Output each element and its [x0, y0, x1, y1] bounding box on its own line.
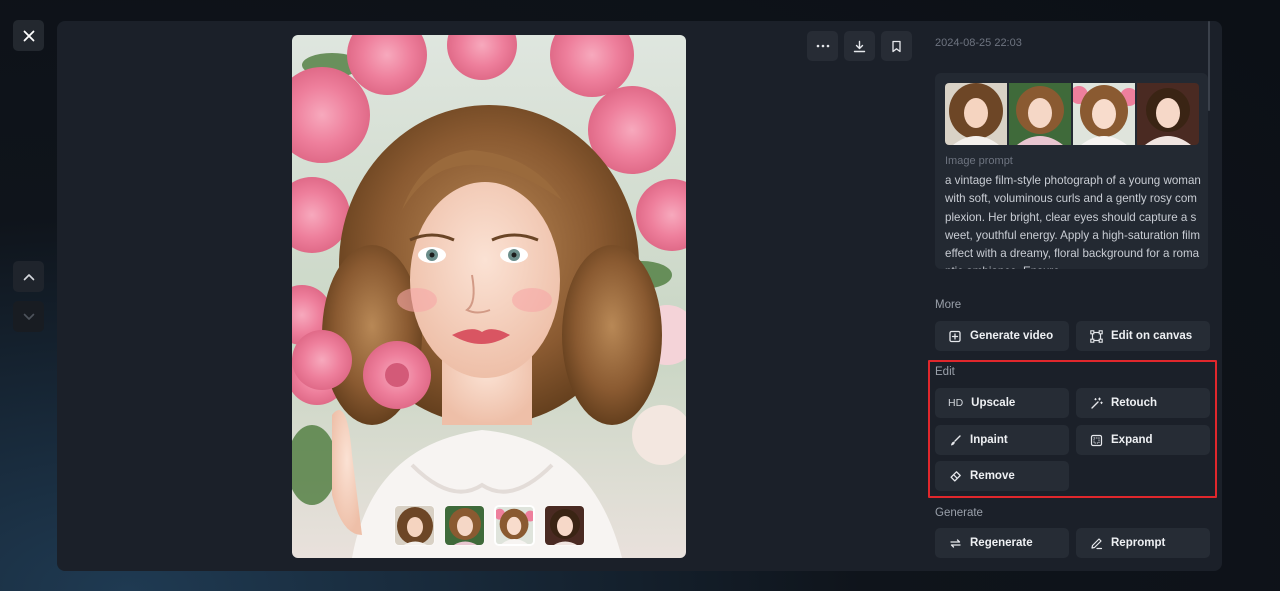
portrait-image [292, 35, 686, 558]
refresh-icon [948, 536, 962, 550]
variant-thumbnail-selected[interactable] [494, 505, 535, 546]
expand-icon [1089, 433, 1103, 447]
regenerate-button[interactable]: Regenerate [935, 528, 1069, 558]
generate-section-label: Generate [935, 507, 983, 519]
reference-images [945, 83, 1199, 145]
ellipsis-icon [816, 44, 829, 48]
variant-thumbnail[interactable] [444, 505, 485, 546]
variant-thumbnail[interactable] [394, 505, 435, 546]
prompt-label: Image prompt [945, 155, 1013, 167]
more-section-label: More [935, 299, 962, 311]
image-prompt-card: Image prompt a vintage film-style photog… [935, 73, 1208, 269]
download-button[interactable] [844, 31, 875, 61]
chevron-up-icon [23, 273, 34, 280]
edit-on-canvas-button[interactable]: Edit on canvas [1076, 321, 1210, 351]
chevron-down-icon [23, 313, 34, 320]
pencil-icon [1089, 536, 1103, 550]
close-icon [23, 30, 34, 41]
generate-video-icon [948, 329, 962, 343]
reference-image[interactable] [1137, 83, 1199, 145]
prompt-text: a vintage film-style photograph of a you… [945, 174, 1201, 269]
variant-thumbnail[interactable] [544, 505, 585, 546]
details-scrollbar[interactable] [1208, 21, 1210, 111]
brush-icon [948, 433, 962, 447]
close-button[interactable] [13, 20, 44, 51]
next-image-button[interactable] [13, 301, 44, 332]
reprompt-button[interactable]: Reprompt [1076, 528, 1210, 558]
eraser-icon [948, 469, 962, 483]
reference-image[interactable] [1073, 83, 1135, 145]
variant-thumbnail-strip [394, 505, 585, 547]
canvas-icon [1089, 329, 1103, 343]
remove-button[interactable]: Remove [935, 461, 1069, 491]
reference-image[interactable] [945, 83, 1007, 145]
previous-image-button[interactable] [13, 261, 44, 292]
magic-wand-icon [1089, 396, 1103, 410]
bookmark-button[interactable] [881, 31, 912, 61]
reference-image[interactable] [1009, 83, 1071, 145]
generate-video-button[interactable]: Generate video [935, 321, 1069, 351]
expand-button[interactable]: Expand [1076, 425, 1210, 455]
more-options-button[interactable] [807, 31, 838, 61]
edit-section-label: Edit [935, 366, 955, 378]
creation-timestamp: 2024-08-25 22:03 [935, 37, 1022, 49]
retouch-button[interactable]: Retouch [1076, 388, 1210, 418]
upscale-button[interactable]: HD Upscale [935, 388, 1069, 418]
main-image[interactable] [292, 35, 686, 558]
inpaint-button[interactable]: Inpaint [935, 425, 1069, 455]
download-icon [853, 40, 866, 52]
hd-icon: HD [948, 397, 964, 409]
bookmark-icon [892, 40, 901, 52]
